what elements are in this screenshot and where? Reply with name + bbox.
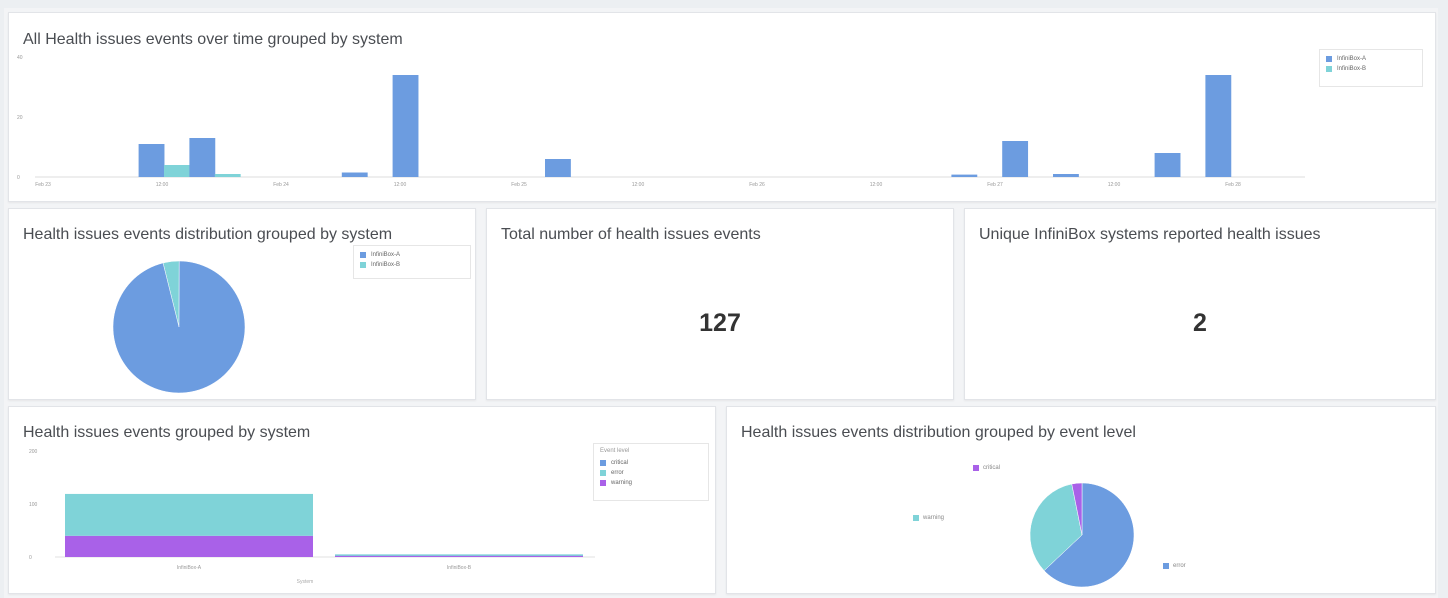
y-tick-label: 0 [17, 175, 20, 181]
pie-label-text: warning [923, 515, 945, 521]
x-tick-label: Feb 28 [1225, 182, 1241, 188]
legend-swatch-teal [600, 470, 606, 476]
legend-swatch-blue [1163, 563, 1169, 569]
legend-item[interactable]: warning [600, 478, 702, 488]
stacked-bar-segment [335, 554, 583, 556]
legend-label: error [611, 470, 624, 476]
grouped-system-panel: Health issues events grouped by system 0… [8, 406, 716, 594]
timeline-bar [1205, 75, 1232, 177]
y-tick-label: 200 [29, 449, 38, 455]
timeline-bar [392, 75, 419, 177]
x-tick-label: Feb 27 [987, 182, 1003, 188]
x-axis-title: System [297, 579, 314, 585]
legend-label: warning [611, 480, 633, 486]
legend-label: InfiniBox-A [371, 252, 401, 258]
unique-systems-value: 2 [1193, 309, 1207, 337]
x-tick-label: InfiniBox-A [177, 565, 202, 571]
legend-swatch-purple [973, 465, 979, 471]
y-tick-label: 20 [17, 115, 23, 121]
pie-slice [112, 260, 246, 393]
timeline-chart[interactable]: 0 20 40 Feb 23 12:00 Feb 24 12:00 Feb 25 12:00 Fe… [15, 51, 1315, 191]
legend-label: InfiniBox-B [371, 262, 401, 268]
total-events-panel: Total number of health issues events 127 [486, 208, 954, 400]
x-tick-label: 12:00 [156, 182, 169, 188]
x-tick-label: 12:00 [632, 182, 645, 188]
grouped-system-legend[interactable]: Event level critical error warning [593, 443, 709, 501]
stacked-bar-segment [65, 493, 313, 536]
x-tick-label: Feb 24 [273, 182, 289, 188]
legend-swatch-teal [913, 515, 919, 521]
pie-label-critical: critical [973, 465, 1000, 471]
legend-label: InfiniBox-B [1337, 66, 1367, 72]
timeline-bar [1002, 141, 1029, 177]
legend-swatch-teal [360, 262, 366, 268]
distribution-system-pie[interactable] [109, 253, 249, 393]
x-tick-label: 12:00 [1108, 182, 1121, 188]
legend-swatch-blue [360, 252, 366, 258]
timeline-bar [1154, 153, 1181, 177]
y-tick-label: 0 [29, 555, 32, 561]
x-tick-label: Feb 26 [749, 182, 765, 188]
legend-item[interactable]: critical [600, 458, 702, 468]
distribution-system-legend[interactable]: InfiniBox-A InfiniBox-B [353, 245, 471, 279]
legend-swatch-teal [1326, 66, 1332, 72]
x-tick-label: 12:00 [394, 182, 407, 188]
y-tick-label: 100 [29, 502, 38, 508]
timeline-bar [164, 165, 190, 177]
legend-swatch-blue [1326, 56, 1332, 62]
legend-swatch-blue [600, 460, 606, 466]
timeline-bar [138, 144, 165, 177]
y-tick-label: 40 [17, 55, 23, 61]
pie-label-error: error [1163, 563, 1186, 569]
stacked-bar-segment [65, 535, 313, 557]
pie-label-warning: warning [913, 515, 944, 521]
timeline-legend[interactable]: InfiniBox-A InfiniBox-B [1319, 49, 1423, 87]
x-tick-label: Feb 23 [35, 182, 51, 188]
dashboard: All Health issues events over time group… [4, 8, 1438, 598]
legend-label: InfiniBox-A [1337, 56, 1367, 62]
legend-title: Event level [600, 448, 630, 454]
distribution-level-pie[interactable] [1027, 481, 1137, 591]
unique-systems-title: Unique InfiniBox systems reported health… [979, 226, 1321, 243]
x-tick-label: InfiniBox-B [447, 565, 472, 571]
unique-systems-panel: Unique InfiniBox systems reported health… [964, 208, 1436, 400]
distribution-system-title: Health issues events distribution groupe… [23, 226, 393, 243]
total-events-value: 127 [699, 309, 741, 337]
timeline-title: All Health issues events over time group… [23, 31, 403, 48]
pie-label-text: error [1173, 563, 1186, 569]
x-tick-label: Feb 25 [511, 182, 527, 188]
legend-item[interactable]: InfiniBox-B [1326, 64, 1416, 74]
x-tick-label: 12:00 [870, 182, 883, 188]
timeline-panel: All Health issues events over time group… [8, 12, 1436, 202]
timeline-bar [189, 138, 216, 177]
grouped-system-title: Health issues events grouped by system [23, 424, 311, 441]
timeline-bar [1053, 174, 1079, 177]
distribution-system-panel: Health issues events distribution groupe… [8, 208, 476, 400]
legend-swatch-purple [600, 480, 606, 486]
legend-item[interactable]: InfiniBox-B [360, 260, 464, 270]
distribution-level-panel: Health issues events distribution groupe… [726, 406, 1436, 594]
timeline-bar [545, 159, 571, 177]
timeline-bar [214, 174, 241, 177]
legend-item[interactable]: InfiniBox-A [360, 250, 464, 260]
legend-label: critical [611, 460, 629, 466]
pie-label-text: critical [983, 465, 1001, 471]
grouped-system-chart[interactable]: 0 100 200 InfiniBox-A InfiniBox-B System [15, 445, 605, 585]
distribution-level-title: Health issues events distribution groupe… [741, 424, 1136, 441]
total-events-title: Total number of health issues events [501, 226, 761, 243]
timeline-bar [341, 172, 368, 177]
legend-item[interactable]: InfiniBox-A [1326, 54, 1416, 64]
timeline-bar [951, 174, 978, 177]
legend-item[interactable]: error [600, 468, 702, 478]
